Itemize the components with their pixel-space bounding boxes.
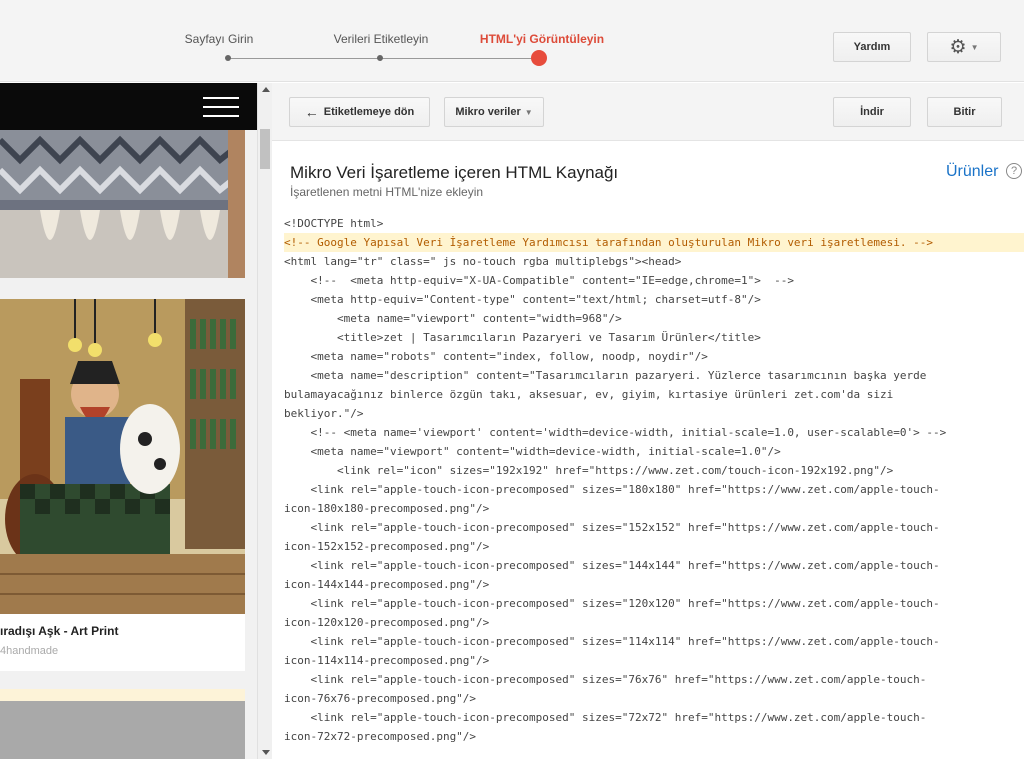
code-line: <meta name="description" content="Tasarı… <box>284 369 927 382</box>
progress-header: Sayfayı Girin Verileri Etiketleyin HTML'… <box>0 0 1024 82</box>
output-toolbar: ← Etiketlemeye dön Mikro veriler ▼ İndir… <box>272 83 1024 141</box>
code-line: <link rel="apple-touch-icon-precomposed"… <box>284 483 940 496</box>
microdata-dropdown[interactable]: Mikro veriler ▼ <box>444 97 544 127</box>
scrollbar-thumb[interactable] <box>260 129 270 169</box>
preview-image-placeholder <box>0 701 245 759</box>
code-line: <!-- <meta name='viewport' content='widt… <box>284 426 947 439</box>
code-line: icon-76x76-precomposed.png"/> <box>284 692 477 705</box>
page-preview[interactable]: ıradışı Aşk - Art Print 4handmade <box>0 83 257 759</box>
code-line: <title>zet | Tasarımcıların Pazaryeri ve… <box>284 331 761 344</box>
code-line: <link rel="apple-touch-icon-precomposed"… <box>284 673 927 686</box>
preview-scrollbar[interactable] <box>257 83 272 759</box>
progress-track <box>228 58 540 59</box>
code-line: <link rel="apple-touch-icon-precomposed"… <box>284 635 940 648</box>
code-line: <link rel="apple-touch-icon-precomposed"… <box>284 521 940 534</box>
microdata-dropdown-label: Mikro veriler <box>455 106 521 118</box>
step-view-html[interactable]: HTML'yi Görüntüleyin <box>480 32 604 46</box>
code-line: <link rel="apple-touch-icon-precomposed"… <box>284 559 940 572</box>
code-line: <meta name="viewport" content="width=dev… <box>284 445 781 458</box>
step-enter-page-dot[interactable] <box>225 55 231 61</box>
code-line: <link rel="apple-touch-icon-precomposed"… <box>284 711 927 724</box>
preview-navbar <box>0 83 257 130</box>
code-line: icon-120x120-precomposed.png"/> <box>284 616 490 629</box>
code-line: icon-180x180-precomposed.png"/> <box>284 502 490 515</box>
help-circle-icon[interactable]: ? <box>1006 163 1022 179</box>
code-line: <meta http-equiv="Content-type" content=… <box>284 293 761 306</box>
download-button[interactable]: İndir <box>833 97 911 127</box>
html-source-code[interactable]: <!DOCTYPE html> <!-- Google Yapısal Veri … <box>284 214 1024 759</box>
code-line: bulamayacağınız binlerce özgün takı, aks… <box>284 388 894 401</box>
chevron-down-icon: ▼ <box>524 107 533 117</box>
finish-button[interactable]: Bitir <box>927 97 1002 127</box>
product-card[interactable]: ıradışı Aşk - Art Print 4handmade <box>0 299 245 671</box>
code-line: <!DOCTYPE html> <box>284 217 384 230</box>
step-view-html-dot[interactable] <box>531 50 547 66</box>
code-line: icon-72x72-precomposed.png"/> <box>284 730 477 743</box>
code-line: bekliyor."/> <box>284 407 364 420</box>
finish-button-label: Bitir <box>953 106 976 118</box>
product-title[interactable]: ıradışı Aşk - Art Print <box>0 624 118 638</box>
back-arrow-icon: ← <box>304 104 319 120</box>
product-artwork <box>0 299 245 614</box>
knit-blanket-image <box>0 130 245 278</box>
code-line: icon-144x144-precomposed.png"/> <box>284 578 490 591</box>
settings-button[interactable]: ⚙ ▼ <box>927 32 1001 62</box>
scroll-down-arrow-icon[interactable] <box>262 750 270 755</box>
help-button-label: Yardım <box>853 41 891 53</box>
code-line: <meta name="robots" content="index, foll… <box>284 350 708 363</box>
art-print-image <box>0 299 245 614</box>
code-line: icon-114x114-precomposed.png"/> <box>284 654 490 667</box>
chevron-down-icon: ▼ <box>970 42 979 52</box>
gear-icon: ⚙ <box>949 36 967 58</box>
download-button-label: İndir <box>860 106 884 118</box>
step-tag-data[interactable]: Verileri Etiketleyin <box>334 32 429 46</box>
back-to-tagging-label: Etiketlemeye dön <box>323 106 415 118</box>
code-line: <link rel="apple-touch-icon-precomposed"… <box>284 597 940 610</box>
panel-subtitle: İşaretlenen metni HTML'nize ekleyin <box>290 185 484 199</box>
products-link[interactable]: Ürünler <box>946 163 998 181</box>
preview-banner-strip <box>0 689 245 701</box>
step-enter-page[interactable]: Sayfayı Girin <box>185 32 254 46</box>
code-line: icon-152x152-precomposed.png"/> <box>284 540 490 553</box>
scroll-up-arrow-icon[interactable] <box>262 87 270 92</box>
product-image-top <box>0 130 245 278</box>
code-line: <html lang="tr" class=" js no-touch rgba… <box>284 255 682 268</box>
highlighted-code-line: <!-- Google Yapısal Veri İşaretleme Yard… <box>284 233 1024 252</box>
step-tag-data-dot[interactable] <box>377 55 383 61</box>
panel-title: Mikro Veri İşaretleme içeren HTML Kaynağ… <box>290 163 619 182</box>
product-seller[interactable]: 4handmade <box>0 645 58 657</box>
code-line: <meta name="viewport" content="width=968… <box>284 312 622 325</box>
code-line: <!-- <meta http-equiv="X-UA-Compatible" … <box>284 274 794 287</box>
menu-icon[interactable] <box>203 97 239 118</box>
code-line: <link rel="icon" sizes="192x192" href="h… <box>284 464 894 477</box>
back-to-tagging-button[interactable]: ← Etiketlemeye dön <box>289 97 430 127</box>
help-button[interactable]: Yardım <box>833 32 911 62</box>
html-output-panel: ← Etiketlemeye dön Mikro veriler ▼ İndir… <box>272 83 1024 759</box>
